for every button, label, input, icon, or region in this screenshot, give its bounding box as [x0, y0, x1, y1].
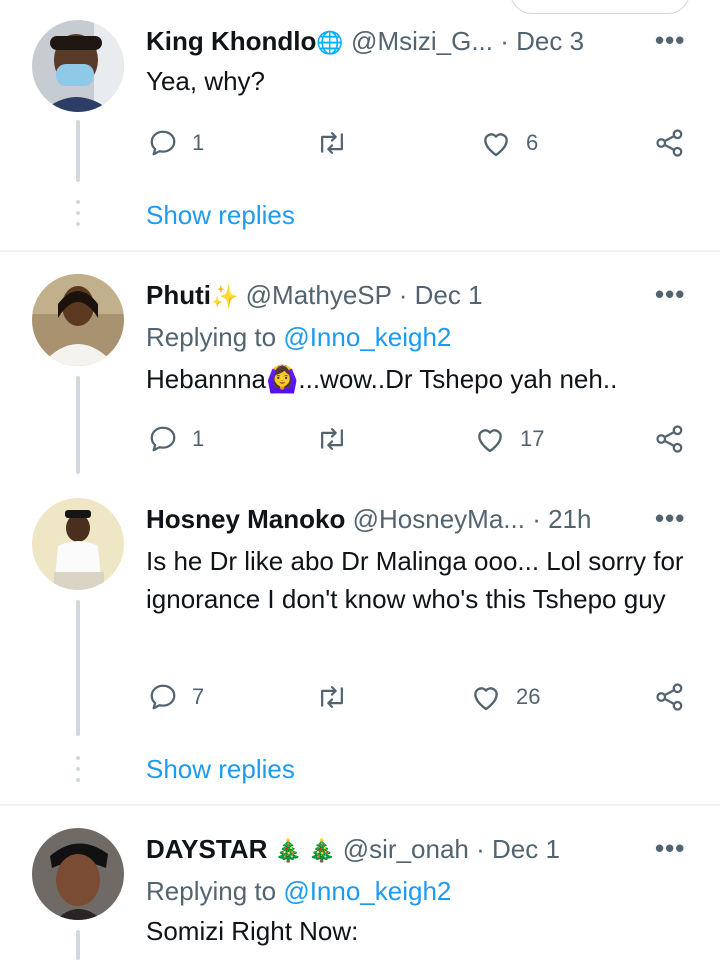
avatar[interactable] — [32, 274, 124, 366]
tweet-text: Somizi Right Now: — [146, 916, 359, 946]
name-emoji: 🎄 🎄 — [274, 838, 336, 863]
reply-icon — [148, 128, 178, 158]
tweet-text: Hebannna🙆‍♀️...wow..Dr Tshepo yah neh.. — [146, 364, 618, 394]
replying-to-mention[interactable]: @Inno_keigh2 — [283, 876, 451, 906]
share-icon — [654, 682, 686, 712]
reply-button[interactable]: 1 — [148, 128, 204, 158]
timestamp[interactable]: 21h — [548, 504, 591, 534]
share-icon — [654, 128, 686, 158]
like-button[interactable]: 26 — [470, 682, 540, 712]
author-handle[interactable]: @HosneyMa... — [353, 504, 525, 534]
heart-icon — [470, 682, 502, 712]
reply-button[interactable]: 1 — [148, 424, 204, 454]
replying-to-mention[interactable]: @Inno_keigh2 — [283, 322, 451, 352]
tweet-header: King Khondlo🌐 @Msizi_G... · Dec 3 — [146, 24, 584, 58]
thread-dots — [76, 756, 80, 789]
follow-button-partial[interactable] — [510, 0, 690, 14]
tweet-text: Yea, why? — [146, 66, 266, 96]
separator: · — [476, 834, 485, 864]
reply-count: 1 — [192, 426, 205, 451]
avatar[interactable] — [32, 828, 124, 920]
thread-line — [76, 600, 80, 736]
author-name[interactable]: Hosney Manoko — [146, 504, 345, 534]
more-icon[interactable]: ••• — [655, 27, 685, 53]
name-emoji: 🌐 — [316, 30, 344, 55]
replying-to-label: Replying to — [146, 876, 284, 906]
retweet-button[interactable] — [316, 128, 362, 158]
retweet-icon — [316, 424, 348, 454]
author-handle[interactable]: @sir_onah — [343, 834, 469, 864]
author-name[interactable]: King Khondlo — [146, 26, 316, 56]
name-emoji: ✨ — [211, 284, 239, 309]
avatar[interactable] — [32, 20, 124, 112]
thread-line — [76, 120, 80, 182]
author-handle[interactable]: @Msizi_G... — [351, 26, 493, 56]
author-name[interactable]: DAYSTAR — [146, 834, 267, 864]
like-count: 17 — [520, 426, 545, 451]
thread-line — [76, 376, 80, 474]
more-icon[interactable]: ••• — [655, 835, 685, 861]
retweet-button[interactable] — [316, 424, 362, 454]
thread-line — [76, 930, 80, 960]
separator: · — [398, 280, 408, 310]
show-replies-link[interactable]: Show replies — [146, 752, 295, 786]
like-count: 6 — [526, 130, 539, 155]
reply-button[interactable]: 7 — [148, 682, 204, 712]
divider — [0, 804, 720, 806]
heart-icon — [480, 128, 512, 158]
heart-icon — [474, 424, 506, 454]
separator: · — [532, 504, 541, 534]
reply-icon — [148, 424, 178, 454]
tweet-header: Phuti✨ @MathyeSP · Dec 1 — [146, 278, 483, 312]
separator: · — [500, 26, 509, 56]
retweet-icon — [316, 128, 348, 158]
show-replies-link[interactable]: Show replies — [146, 198, 295, 232]
more-icon[interactable]: ••• — [655, 281, 685, 307]
replying-to-label: Replying to — [146, 322, 284, 352]
tweet-text: Is he Dr like abo Dr Malinga ooo... Lol … — [146, 546, 684, 614]
reply-count: 7 — [192, 684, 205, 709]
timestamp[interactable]: Dec 1 — [492, 834, 560, 864]
timestamp[interactable]: Dec 1 — [415, 280, 483, 310]
like-button[interactable]: 6 — [480, 128, 538, 158]
share-button[interactable] — [654, 128, 686, 158]
tweet-header: Hosney Manoko @HosneyMa... · 21h — [146, 502, 591, 536]
share-icon — [654, 424, 686, 454]
author-name[interactable]: Phuti — [146, 280, 211, 310]
share-button[interactable] — [654, 424, 686, 454]
tweet-header: DAYSTAR 🎄 🎄 @sir_onah · Dec 1 — [146, 832, 560, 866]
timestamp[interactable]: Dec 3 — [516, 26, 584, 56]
reply-count: 1 — [192, 130, 205, 155]
avatar[interactable] — [32, 498, 124, 590]
author-handle[interactable]: @MathyeSP — [246, 280, 392, 310]
like-button[interactable]: 17 — [474, 424, 544, 454]
replying-to: Replying to @Inno_keigh2 — [146, 874, 451, 908]
thread-dots — [76, 200, 80, 233]
share-button[interactable] — [654, 682, 686, 712]
divider — [0, 250, 720, 252]
retweet-icon — [316, 682, 348, 712]
like-count: 26 — [516, 684, 541, 709]
replying-to: Replying to @Inno_keigh2 — [146, 320, 451, 354]
retweet-button[interactable] — [316, 682, 362, 712]
reply-icon — [148, 682, 178, 712]
more-icon[interactable]: ••• — [655, 505, 685, 531]
